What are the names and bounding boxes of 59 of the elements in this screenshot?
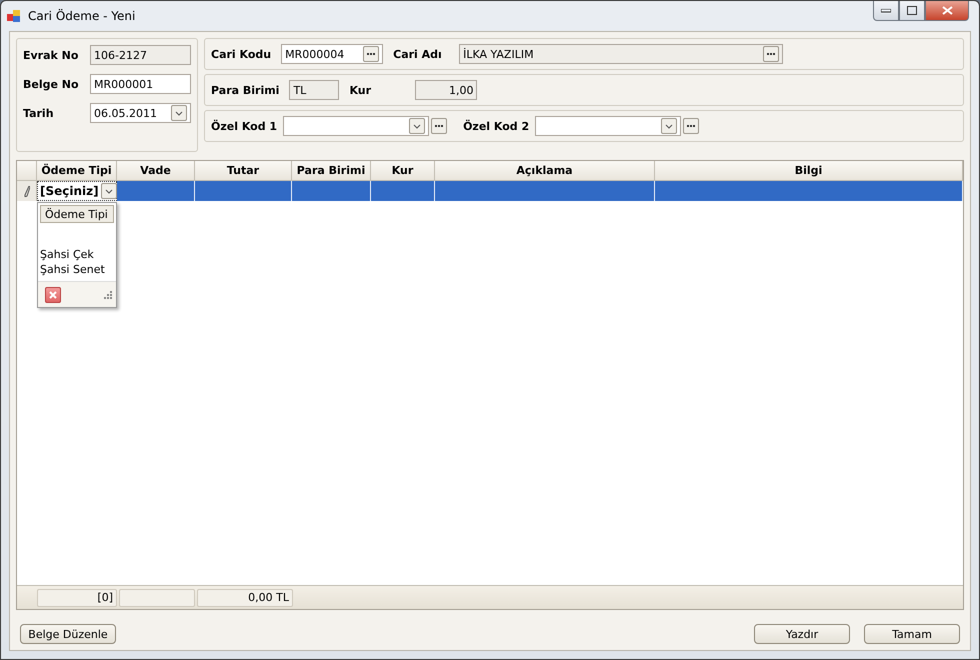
browse-button[interactable] [763,46,780,62]
column-header[interactable]: Kur [371,161,435,180]
chevron-down-icon [104,188,113,194]
field-label: Kur [349,84,372,96]
dropdown-button[interactable] [409,118,426,134]
close-button[interactable] [45,286,61,302]
close-button[interactable] [925,1,969,21]
close-icon [49,290,57,298]
resize-grip-icon[interactable] [103,290,112,299]
field-label: Özel Kod 1 [211,120,278,132]
pencil-icon [24,186,30,196]
maximize-button[interactable] [899,1,925,21]
browse-button[interactable] [363,46,380,62]
browse-button[interactable] [683,118,700,134]
column-header[interactable]: Tutar [195,161,292,180]
chevron-down-icon [413,124,422,128]
field-label: Belge No [23,78,80,90]
text-field[interactable]: 1,00 [415,80,478,100]
column-header[interactable]: Bilgi [655,161,963,180]
combo-field[interactable] [535,116,682,136]
count-summary: [0] [37,588,117,606]
minimize-icon [881,8,891,12]
text-field[interactable]: İLKA YAZILIM [459,44,784,64]
dropdown-button[interactable] [171,105,187,121]
window-title: Cari Ödeme - Yeni [28,9,136,23]
date-field[interactable]: 06.05.2011 [90,103,191,123]
browse-button[interactable] [431,118,448,134]
minimize-button[interactable] [873,1,899,21]
field-label: Özel Kod 2 [463,120,530,132]
field-label: Para Birimi [211,84,280,96]
text-field[interactable]: MR000001 [90,74,191,94]
text-field[interactable]: 106-2127 [90,45,191,65]
dialog-button[interactable]: Tamam [864,624,960,644]
dialog-button[interactable]: Yazdır [754,624,850,644]
combo-field[interactable]: [Seçiniz] [37,181,117,201]
dropdown-option[interactable]: Şahsi Senet [40,262,114,277]
close-icon [942,6,952,15]
edit-document-button[interactable]: Belge Düzenle [20,624,116,644]
text-field[interactable]: TL [289,80,340,100]
total-summary: 0,00 TL [197,588,293,606]
field-label: Tarih [23,106,55,120]
column-header[interactable]: Vade [117,161,195,180]
column-header[interactable]: Para Birimi [292,161,371,180]
chevron-down-icon [665,124,674,128]
column-header[interactable]: Ödeme Tipi [37,161,117,180]
text-field[interactable]: MR000004 [281,44,384,64]
popup-header: Ödeme Tipi [40,205,114,223]
grid-row[interactable]: [Seçiniz] [17,181,963,201]
column-header[interactable]: Açıklama [435,161,655,180]
app-icon [7,9,21,23]
field-label: Cari Adı [393,48,443,60]
dropdown-button[interactable] [661,118,678,134]
field-label: Evrak No [23,48,80,62]
dropdown-button[interactable] [100,183,117,199]
combo-field[interactable] [283,116,430,136]
field-label: Cari Kodu [211,48,272,60]
chevron-down-icon [175,110,183,116]
maximize-icon [907,6,917,15]
dropdown-option[interactable]: Şahsi Çek [40,247,114,262]
